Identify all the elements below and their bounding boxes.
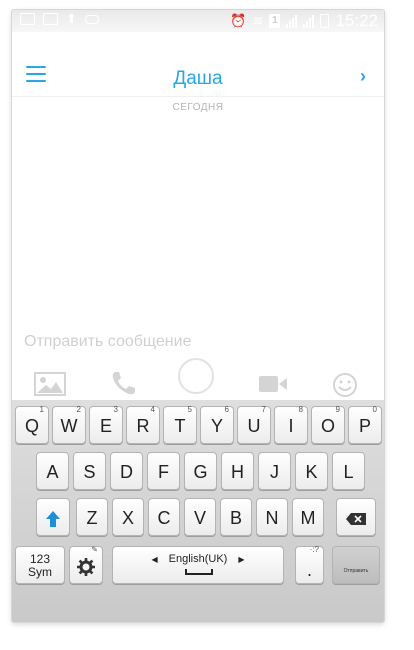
sim-slot-badge: 1 (269, 14, 281, 28)
key-d[interactable]: D (110, 452, 143, 490)
key-p[interactable]: 0P (348, 405, 382, 444)
chat-header: Даша › (12, 32, 384, 97)
key-i[interactable]: 8I (274, 405, 308, 444)
status-time: 15:22 (335, 11, 378, 30)
key-u[interactable]: 7U (237, 405, 271, 444)
image-notification-icon (43, 13, 58, 25)
key-x[interactable]: X (112, 498, 144, 536)
upload-icon: ⬆ (66, 11, 77, 26)
space-key[interactable]: ◀ English(UK) ▶ (112, 546, 284, 584)
settings-key[interactable]: ✎ (69, 545, 103, 584)
backspace-icon (346, 513, 366, 526)
key-k[interactable]: K (295, 452, 328, 490)
shift-arrow-icon (46, 511, 60, 528)
wifi-icon: ≋ (252, 13, 264, 28)
signal-icon (286, 14, 298, 28)
key-t[interactable]: 5T (163, 405, 197, 444)
key-q[interactable]: 1Q (15, 405, 49, 444)
alarm-icon: ⏰ (230, 13, 247, 28)
phone-screen: ⬆ ⏰ ≋ 1 15:22 Даша › СЕГОДНЯ Отправить с… (12, 10, 384, 622)
key-z[interactable]: Z (76, 498, 108, 536)
period-key[interactable]: ·:? . (295, 545, 324, 584)
send-key[interactable]: Отправить (332, 546, 380, 584)
key-l[interactable]: L (332, 452, 365, 490)
gallery-icon[interactable] (34, 372, 66, 396)
key-y[interactable]: 6Y (200, 405, 234, 444)
key-h[interactable]: H (221, 452, 254, 490)
status-bar: ⬆ ⏰ ≋ 1 15:22 (12, 10, 384, 32)
contact-name: Даша (173, 68, 223, 89)
key-m[interactable]: M (292, 498, 324, 536)
chevron-right-icon[interactable]: › (360, 66, 366, 87)
handwriting-hint-icon: ✎ (91, 545, 98, 554)
key-a[interactable]: A (36, 452, 69, 490)
on-screen-keyboard: 1Q 2W 3E 4R 5T 6Y 7U 8I 9O 0P A S D F G … (12, 400, 384, 622)
language-left-arrow-icon: ◀ (151, 555, 158, 564)
language-right-arrow-icon: ▶ (238, 555, 245, 564)
message-input[interactable] (24, 333, 374, 351)
attachment-bar (12, 356, 384, 406)
keyboard-language: English(UK) (168, 553, 228, 565)
key-r[interactable]: 4R (126, 405, 160, 444)
mail-icon (20, 13, 35, 25)
battery-icon (320, 14, 330, 28)
video-call-icon[interactable] (258, 374, 288, 394)
voicemail-icon (84, 14, 99, 24)
signal-icon-2 (303, 14, 315, 28)
key-g[interactable]: G (184, 452, 217, 490)
backspace-key[interactable] (336, 498, 376, 536)
key-n[interactable]: N (256, 498, 288, 536)
shift-key[interactable] (36, 498, 70, 536)
key-c[interactable]: C (148, 498, 180, 536)
key-o[interactable]: 9O (311, 405, 345, 444)
key-j[interactable]: J (258, 452, 291, 490)
key-b[interactable]: B (220, 498, 252, 536)
key-v[interactable]: V (184, 498, 216, 536)
emoji-icon[interactable] (332, 372, 358, 398)
gear-icon (77, 558, 95, 577)
key-s[interactable]: S (73, 452, 106, 490)
space-bar-icon (185, 569, 213, 575)
phone-call-icon[interactable] (110, 369, 138, 397)
capture-button[interactable] (178, 358, 214, 394)
key-e[interactable]: 3E (89, 405, 123, 444)
key-f[interactable]: F (147, 452, 180, 490)
symbols-key[interactable]: 123 Sym (15, 546, 65, 584)
key-w[interactable]: 2W (52, 405, 86, 444)
date-separator: СЕГОДНЯ (172, 102, 224, 113)
